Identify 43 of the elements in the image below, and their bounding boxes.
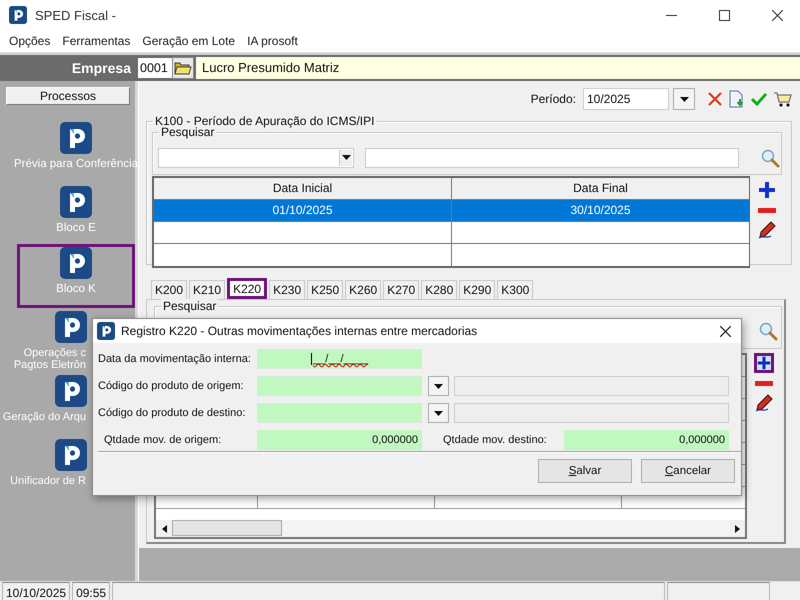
menu-item[interactable]: Opções — [3, 30, 56, 52]
dialog-button[interactable]: Cancelar — [641, 459, 735, 483]
tab[interactable]: K270 — [383, 280, 420, 299]
tab[interactable]: K260 — [345, 280, 382, 299]
table-row[interactable]: 01/10/2025 30/10/2025 — [154, 200, 749, 222]
tab[interactable]: K280 — [421, 280, 458, 299]
date-mask: __/__/____ — [310, 353, 368, 365]
menu-item[interactable]: Ferramentas — [56, 30, 136, 52]
window-title: SPED Fiscal - — [35, 8, 117, 22]
quantity-field[interactable]: 0,000000 — [564, 430, 729, 450]
field-label: Código do produto de destino: — [98, 407, 246, 419]
tab[interactable]: K220 — [227, 278, 268, 299]
status-time: 09:55 — [72, 582, 110, 600]
dialog-button[interactable]: Salvar — [538, 459, 632, 483]
tab[interactable]: K210 — [189, 280, 226, 299]
period-label: Período: — [530, 92, 576, 106]
processos-header: Processos — [6, 87, 130, 105]
date-field[interactable]: __/__/____ — [257, 349, 422, 369]
dialog-title: Registro K220 - Outras movimentações internas entre mercadorias — [121, 324, 478, 338]
menu-item[interactable]: IA prosoft — [241, 30, 304, 52]
tab[interactable]: K300 — [497, 280, 534, 299]
table-cell: 01/10/2025 — [154, 200, 452, 221]
quantity-field[interactable]: 0,000000 — [257, 430, 422, 450]
group-title: K100 - Período de Apuração do ICMS/IPI — [153, 114, 376, 128]
field-label: Qtdade mov. de origem: — [104, 434, 222, 446]
field-label: Qtdade mov. destino: — [443, 434, 548, 446]
column-header[interactable]: Data Final — [452, 178, 749, 199]
menu-item[interactable]: Geração em Lote — [136, 30, 242, 52]
status-date: 10/10/2025 — [2, 582, 70, 600]
tab[interactable]: K230 — [269, 280, 306, 299]
tab[interactable]: K200 — [151, 280, 188, 299]
group-title: Pesquisar — [161, 299, 218, 313]
field-label: Código do produto de origem: — [98, 380, 245, 392]
column-header[interactable]: Data Inicial — [154, 178, 452, 199]
tab[interactable]: K250 — [307, 280, 344, 299]
company-name-field[interactable]: Lucro Presumido Matriz — [196, 57, 800, 79]
table-cell-text: 30/10/2025 — [569, 202, 632, 219]
tab[interactable]: K290 — [459, 280, 496, 299]
empresa-label: Empresa — [70, 60, 132, 76]
field-label: Data da movimentação interna: — [98, 353, 252, 365]
company-code-field[interactable]: 0001 — [138, 58, 172, 78]
group-title: Pesquisar — [159, 125, 216, 139]
period-field[interactable]: 10/2025 — [583, 88, 669, 110]
